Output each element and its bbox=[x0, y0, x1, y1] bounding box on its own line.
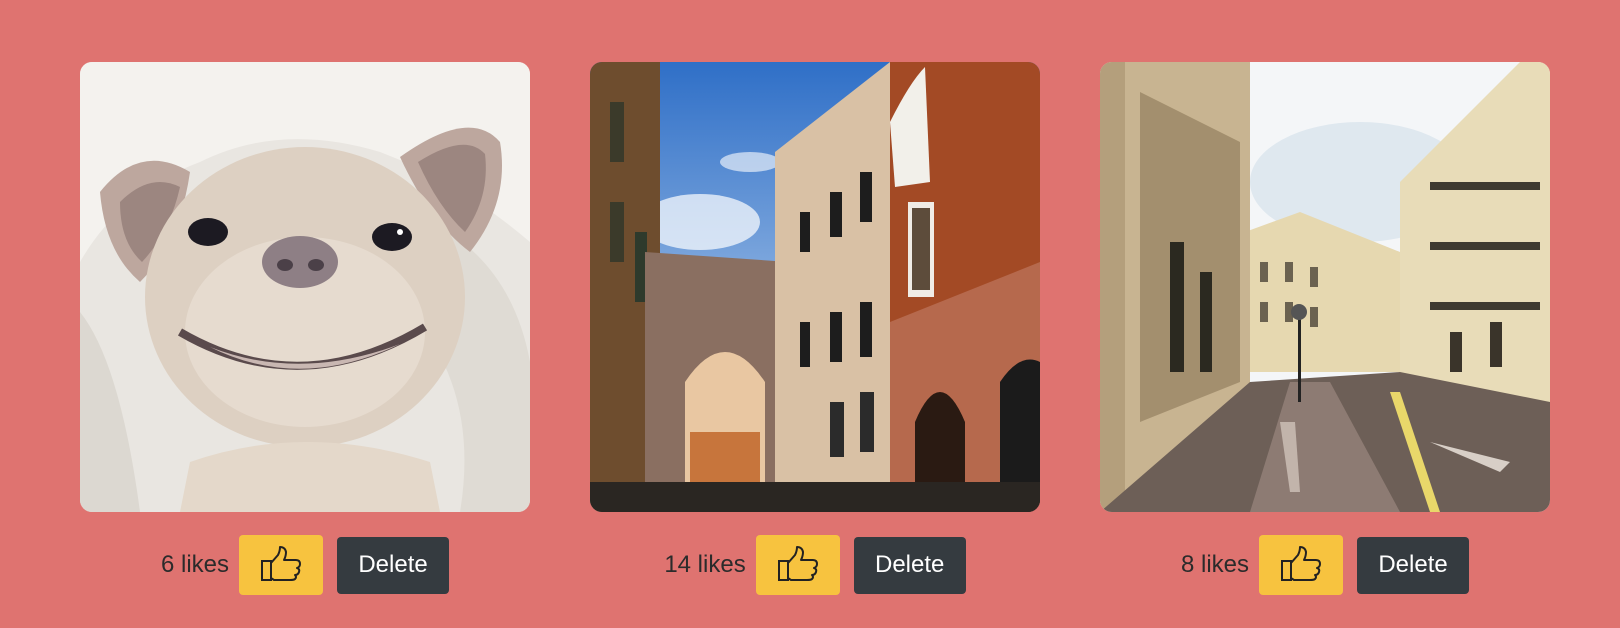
photo-gallery: 6 likes Delete 14 likes Delete 8 likes D… bbox=[0, 0, 1620, 628]
thumbs-up-icon bbox=[777, 545, 819, 585]
delete-button[interactable]: Delete bbox=[853, 536, 966, 594]
thumbs-up-icon bbox=[1280, 545, 1322, 585]
photo-image bbox=[1100, 62, 1550, 512]
likes-count: 8 likes bbox=[1180, 551, 1250, 578]
dog-photo bbox=[80, 62, 530, 512]
post-actions: 8 likes Delete bbox=[1100, 534, 1550, 596]
photo-card: 8 likes Delete bbox=[1100, 62, 1550, 595]
likes-count: 14 likes bbox=[664, 551, 746, 578]
likes-count: 6 likes bbox=[160, 551, 230, 578]
like-button[interactable] bbox=[239, 535, 324, 595]
thumbs-up-icon bbox=[260, 545, 302, 585]
photo-image bbox=[80, 62, 530, 512]
delete-button[interactable]: Delete bbox=[1357, 536, 1470, 594]
like-button[interactable] bbox=[1259, 535, 1344, 595]
street-arch-photo bbox=[590, 62, 1040, 512]
photo-card: 14 likes Delete bbox=[590, 62, 1040, 595]
photo-card: 6 likes Delete bbox=[80, 62, 530, 595]
delete-button[interactable]: Delete bbox=[337, 536, 450, 594]
paris-street-photo bbox=[1100, 62, 1550, 512]
post-actions: 6 likes Delete bbox=[80, 534, 530, 596]
like-button[interactable] bbox=[755, 535, 840, 595]
post-actions: 14 likes Delete bbox=[590, 534, 1040, 596]
photo-image bbox=[590, 62, 1040, 512]
